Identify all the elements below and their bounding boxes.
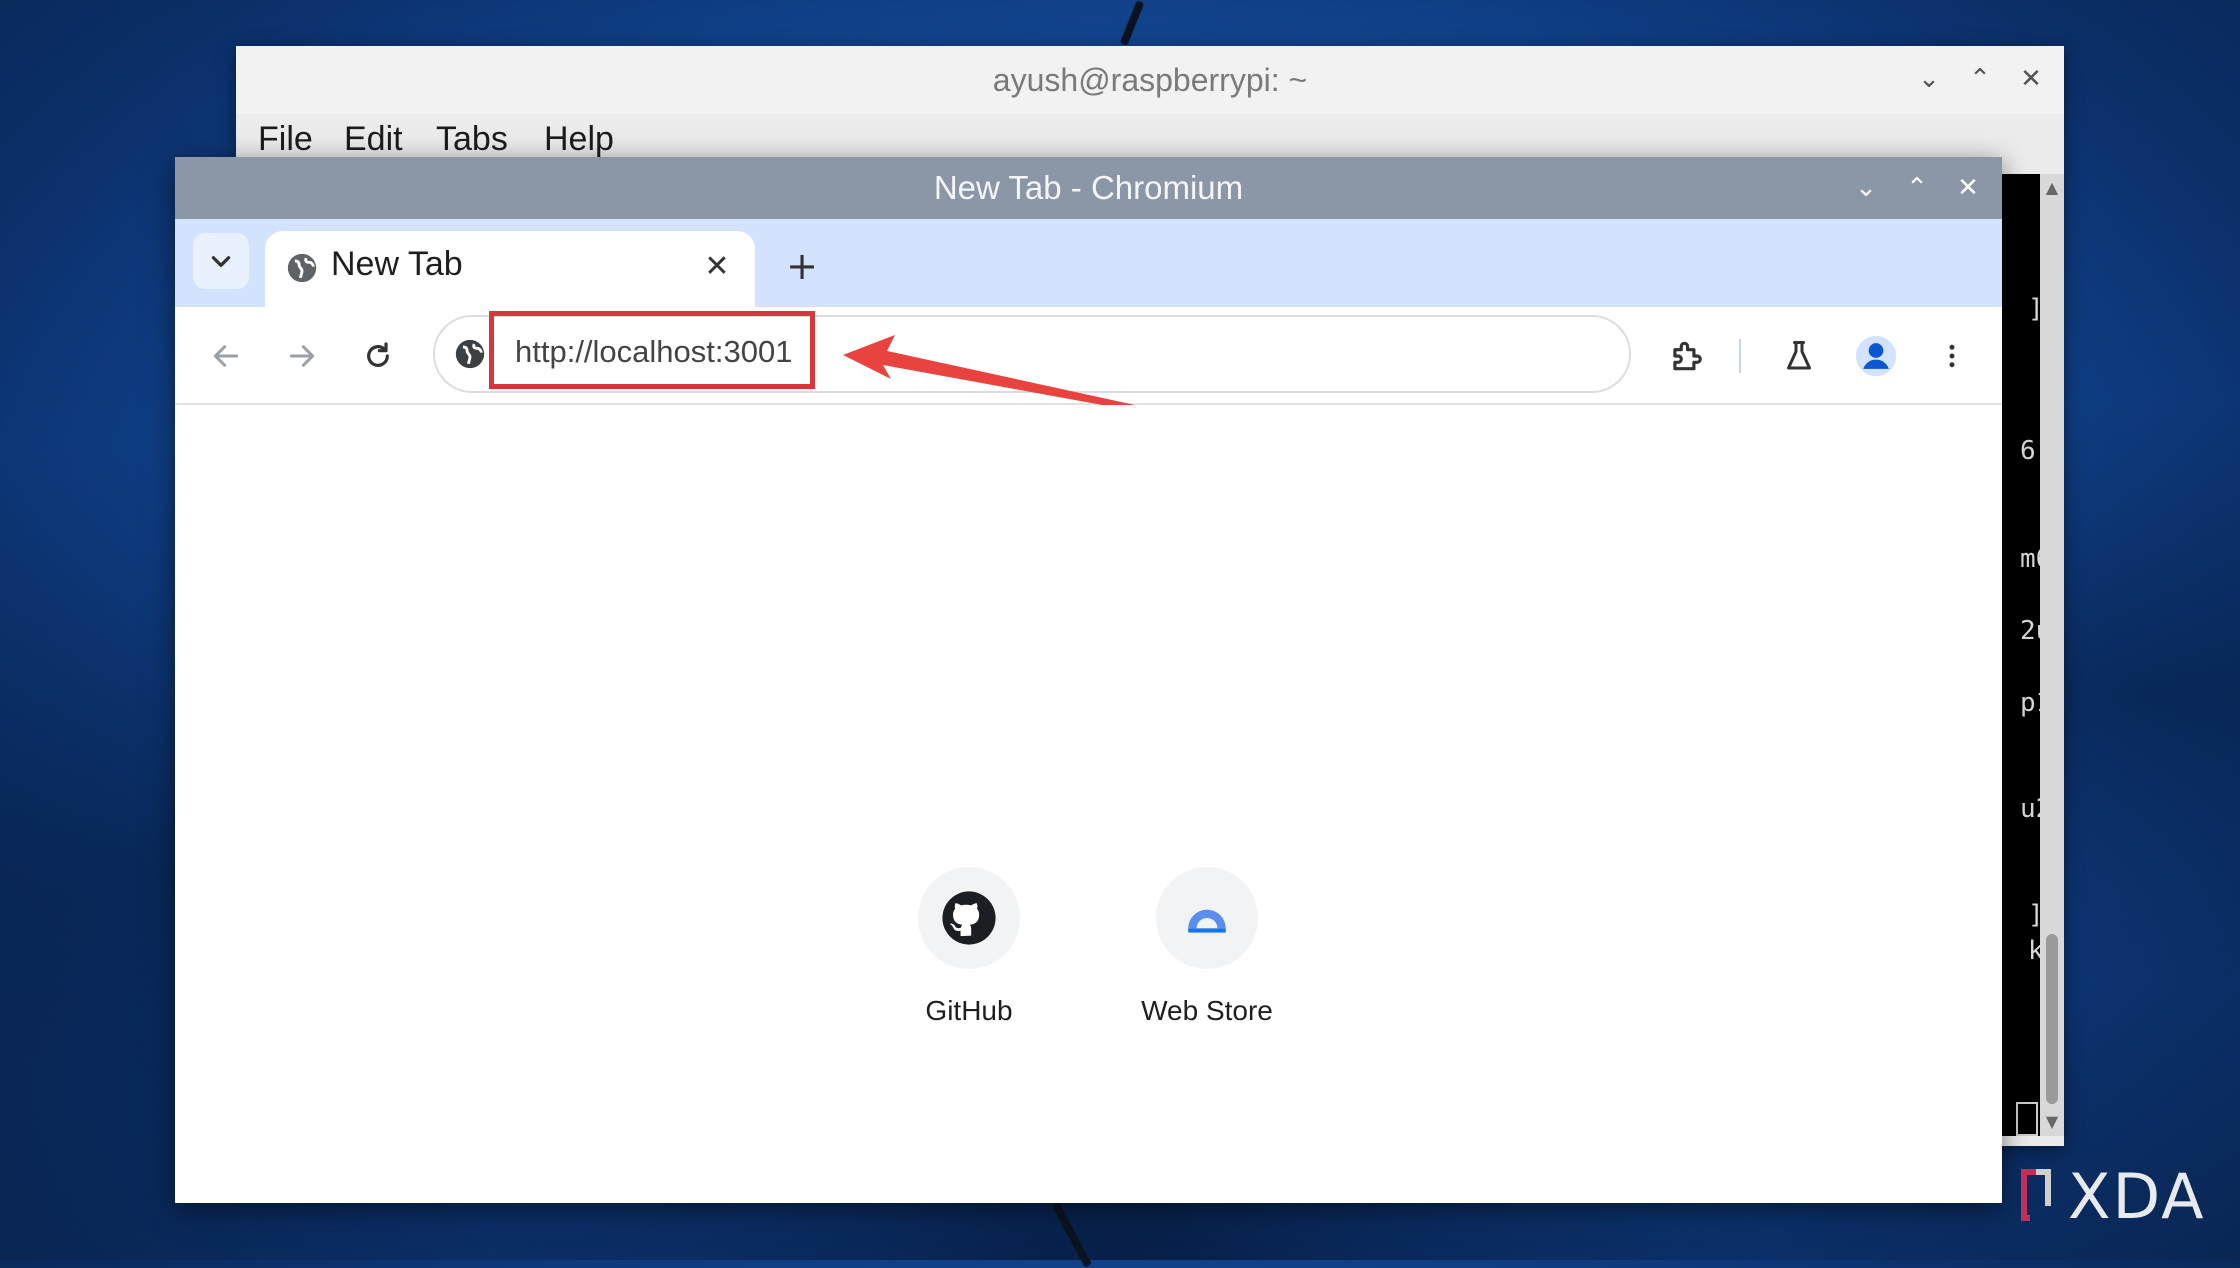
terminal-maximize-button[interactable]: ⌃ <box>1963 62 1997 96</box>
globe-icon <box>287 253 317 283</box>
terminal-title: ayush@raspberrypi: ~ <box>992 62 1308 98</box>
menu-help[interactable]: Help <box>544 120 614 159</box>
shortcut-icon-circle <box>918 867 1020 969</box>
scroll-down-icon[interactable]: ▼ <box>2040 1112 2064 1132</box>
xda-watermark: XDA <box>2068 1160 2206 1233</box>
menu-tabs[interactable]: Tabs <box>436 120 508 159</box>
web-store-icon <box>1188 909 1226 933</box>
chromium-maximize-button[interactable]: ⌃ <box>1900 171 1934 205</box>
terminal-titlebar[interactable]: ayush@raspberrypi: ~ ⌄ ⌃ ✕ <box>236 46 2064 114</box>
puzzle-icon <box>1673 341 1702 371</box>
menu-file[interactable]: File <box>258 120 313 159</box>
tab-close-icon[interactable]: ✕ <box>697 247 737 287</box>
terminal-close-button[interactable]: ✕ <box>2014 62 2048 96</box>
flask-icon <box>1787 341 1811 370</box>
chromium-minimize-button[interactable]: ⌄ <box>1849 171 1883 205</box>
chromium-titlebar[interactable]: New Tab - Chromium ⌄ ⌃ ✕ <box>175 157 2002 219</box>
terminal-minimize-button[interactable]: ⌄ <box>1912 62 1946 96</box>
chromium-close-button[interactable]: ✕ <box>1951 171 1985 205</box>
scroll-thumb[interactable] <box>2046 934 2058 1104</box>
shortcut-label: Web Store <box>1141 995 1273 1026</box>
avatar-icon <box>1855 335 1897 377</box>
github-icon <box>942 891 996 945</box>
menu-button[interactable] <box>1925 329 1979 383</box>
shortcut-web-store[interactable]: Web Store <box>1107 867 1307 1027</box>
chromium-window-title: New Tab - Chromium <box>933 169 1244 206</box>
browser-toolbar: http://localhost:3001 <box>175 307 2002 419</box>
shortcut-label: GitHub <box>925 995 1013 1026</box>
tab-search-button[interactable] <box>193 233 249 289</box>
tab-title: New Tab <box>331 245 463 283</box>
chromium-window[interactable]: New Tab - Chromium ⌄ ⌃ ✕ New Tab ✕ + htt… <box>175 157 2002 1203</box>
chevron-down-icon <box>211 256 231 267</box>
labs-button[interactable] <box>1772 329 1826 383</box>
kebab-menu-icon <box>1949 344 1955 368</box>
shortcut-github[interactable]: GitHub <box>869 867 1069 1027</box>
extensions-button[interactable] <box>1659 329 1713 383</box>
new-tab-page: GitHub Web Store <box>175 405 2002 1203</box>
shortcut-icon-circle <box>1156 867 1258 969</box>
tab-new-tab[interactable]: New Tab ✕ <box>265 231 755 307</box>
tab-strip: New Tab ✕ + <box>175 219 2002 307</box>
profile-button[interactable] <box>1849 329 1903 383</box>
terminal-cursor <box>2016 1102 2038 1136</box>
xda-logo-icon <box>2021 1169 2051 1221</box>
scroll-up-icon[interactable]: ▲ <box>2040 178 2064 198</box>
menu-edit[interactable]: Edit <box>344 120 403 159</box>
terminal-scrollbar[interactable]: ▲ ▼ <box>2040 174 2064 1136</box>
new-tab-button[interactable]: + <box>777 241 827 291</box>
toolbar-separator <box>1739 339 1741 373</box>
terminal-menubar: File Edit Tabs Help <box>236 114 2064 162</box>
